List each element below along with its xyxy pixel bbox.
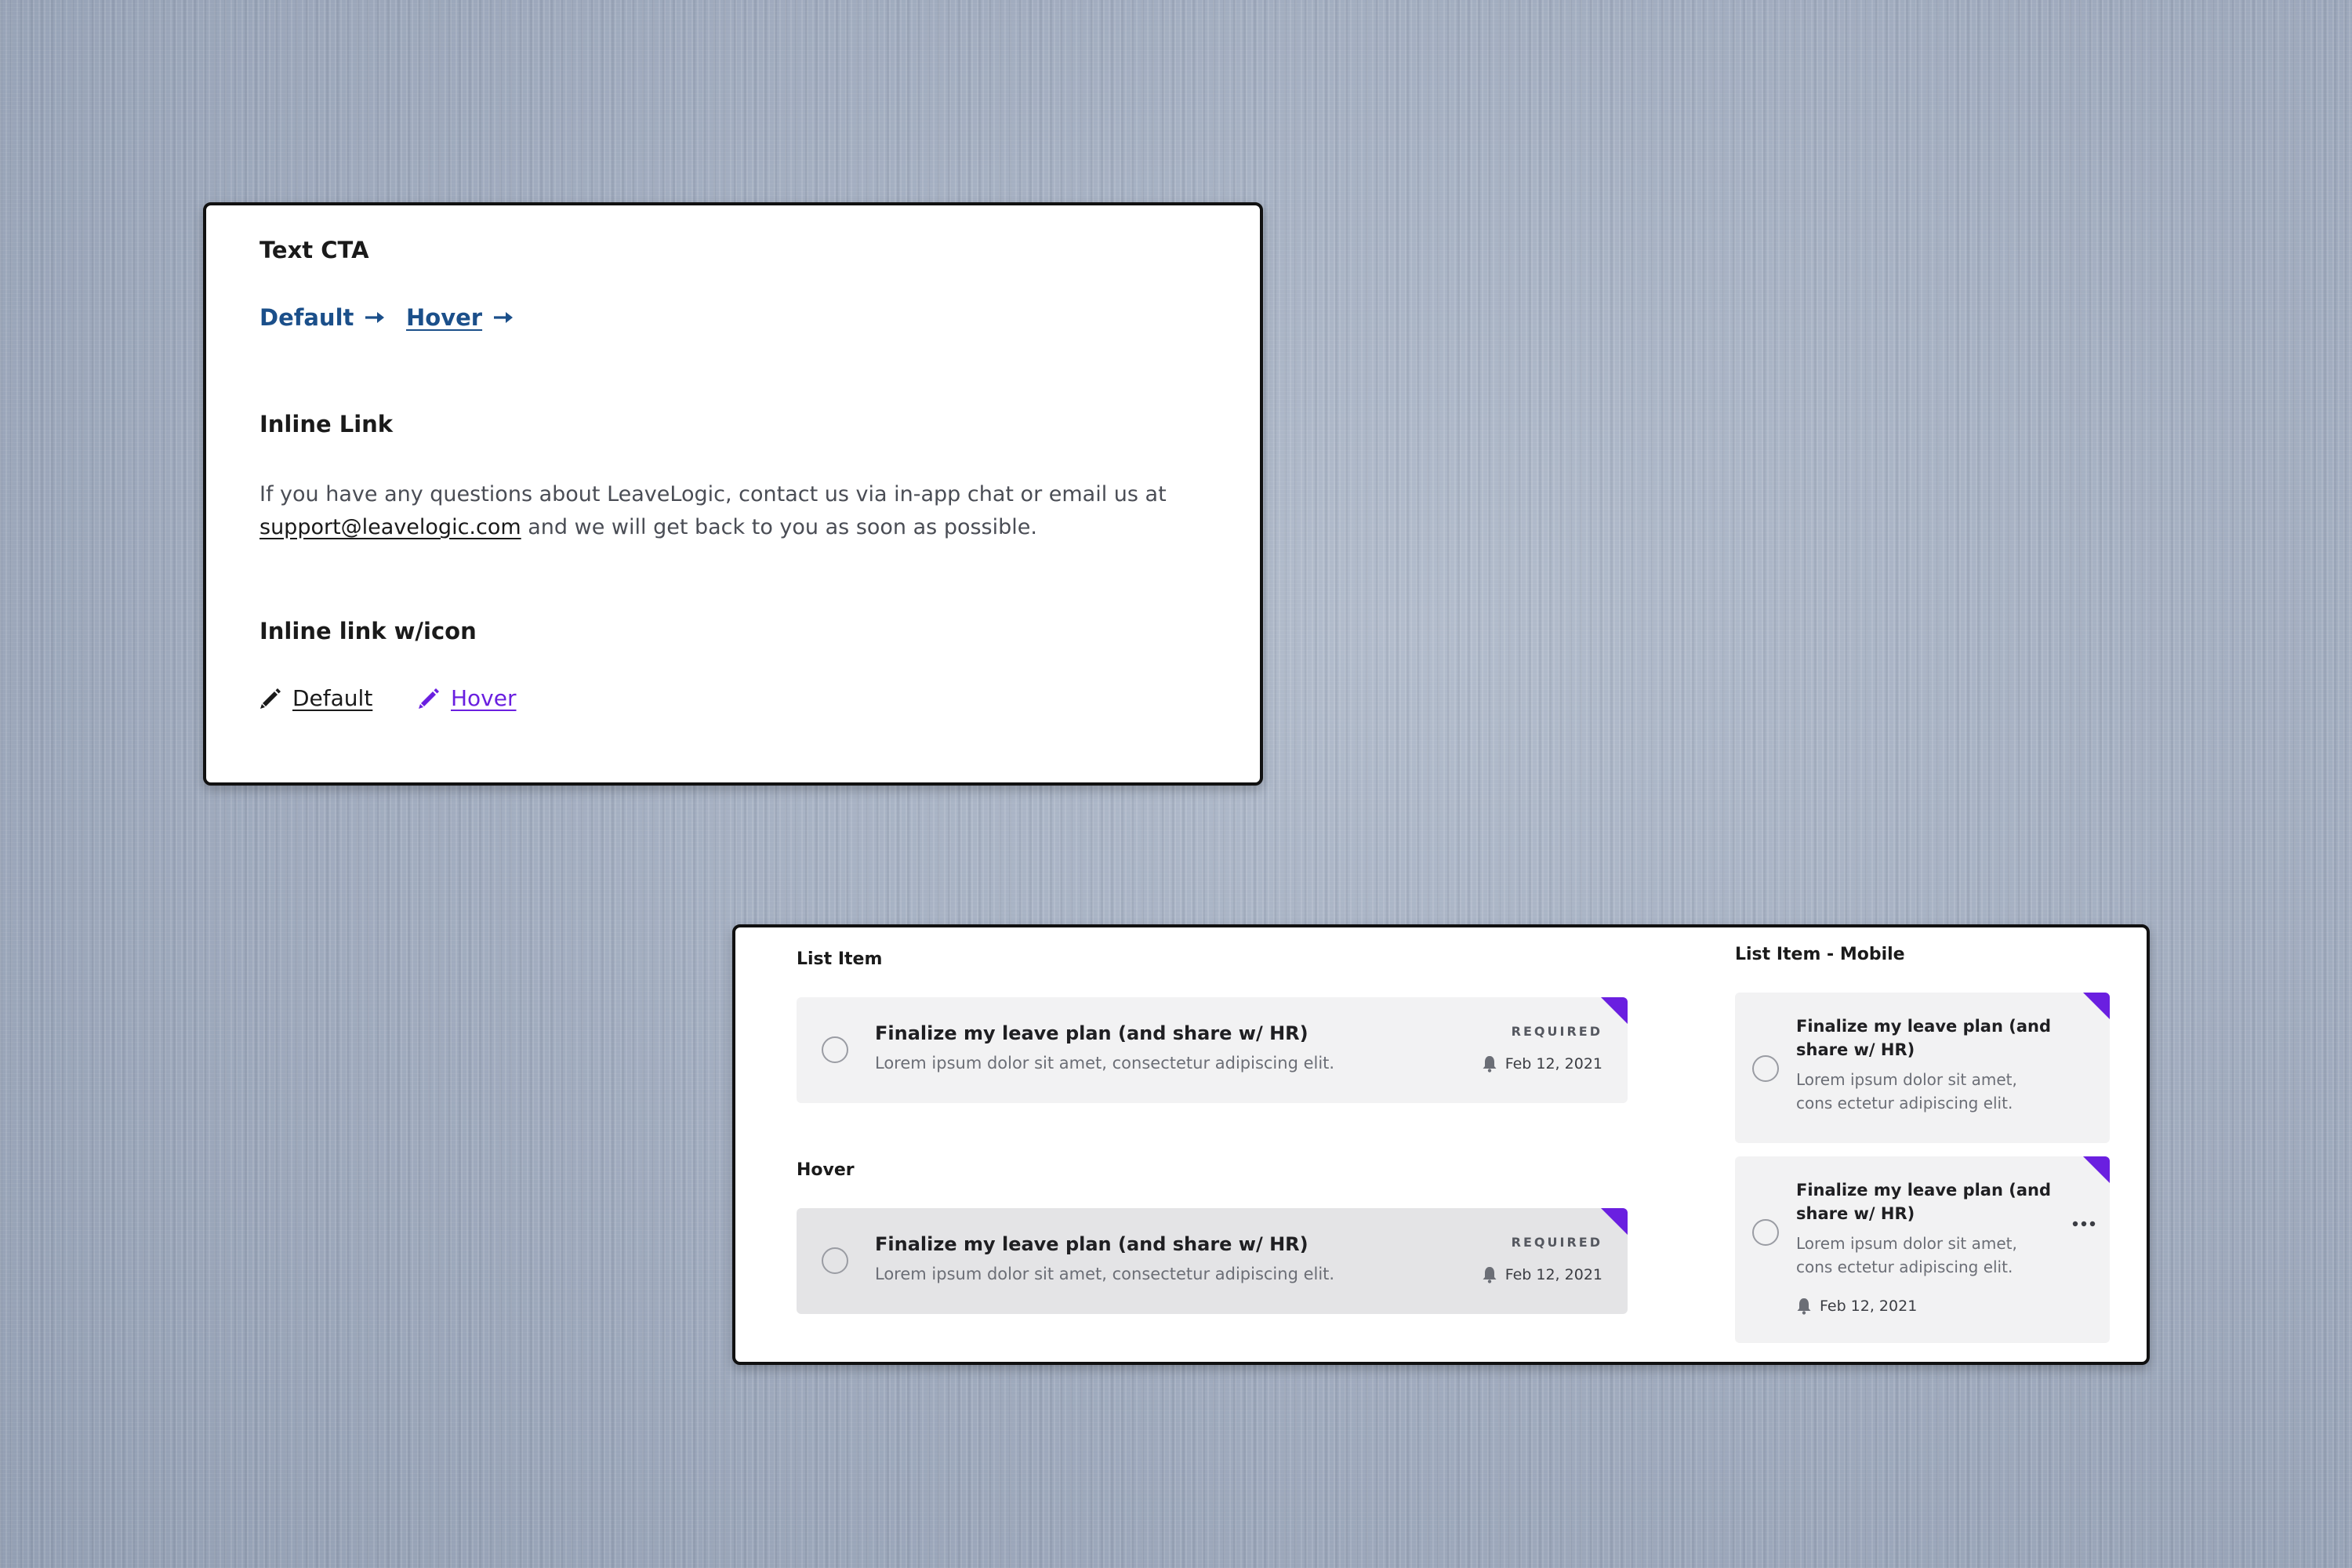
corner-flag-icon	[2083, 1156, 2110, 1183]
inline-link-text-after: and we will get back to you as soon as p…	[521, 515, 1037, 539]
list-item-hover[interactable]: Finalize my leave plan (and share w/ HR)…	[797, 1208, 1628, 1314]
mobile-item-desc-line1: Lorem ipsum dolor sit amet,	[1796, 1234, 2017, 1253]
mobile-item-desc-line2: cons ectetur adipiscing elit.	[1796, 1094, 2013, 1112]
complete-radio[interactable]	[822, 1036, 848, 1063]
corner-flag-icon	[2083, 993, 2110, 1019]
text-cta-hover-label: Hover	[406, 304, 483, 331]
list-item-description: Lorem ipsum dolor sit amet, consectetur …	[875, 1265, 1335, 1283]
due-date-text: Feb 12, 2021	[1504, 1055, 1602, 1073]
mobile-item-title-line1: Finalize my leave plan (and	[1796, 1181, 2051, 1200]
more-horizontal-icon[interactable]	[2072, 1221, 2096, 1227]
arrow-right-icon	[365, 312, 385, 323]
list-item-default[interactable]: Finalize my leave plan (and share w/ HR)…	[797, 997, 1628, 1103]
mobile-item-title-line1: Finalize my leave plan (and	[1796, 1017, 2051, 1036]
text-cta-hover-link[interactable]: Hover	[406, 304, 514, 331]
corner-flag-icon	[1601, 1208, 1628, 1235]
text-cta-default-label: Default	[260, 304, 354, 331]
due-date: Feb 12, 2021	[1796, 1298, 1917, 1315]
inline-link-paragraph: If you have any questions about LeaveLog…	[260, 478, 1224, 544]
due-date-text: Feb 12, 2021	[1820, 1298, 1918, 1315]
list-item-description: Lorem ipsum dolor sit amet, consectetur …	[875, 1054, 1335, 1073]
due-date: Feb 12, 2021	[1482, 1055, 1602, 1073]
mobile-section-title: List Item - Mobile	[1735, 945, 1905, 964]
inline-icon-hover-link[interactable]: Hover	[418, 685, 517, 711]
complete-radio[interactable]	[1752, 1219, 1779, 1246]
required-badge: REQUIRED	[1511, 1024, 1602, 1039]
inline-link-title: Inline Link	[260, 411, 394, 437]
inline-link-text-before: If you have any questions about LeaveLog…	[260, 482, 1167, 506]
pencil-icon	[260, 688, 281, 709]
list-item-title: Finalize my leave plan (and share w/ HR)	[875, 1233, 1308, 1255]
hover-section-title: Hover	[797, 1160, 855, 1180]
pencil-icon	[419, 688, 439, 709]
required-badge: REQUIRED	[1511, 1235, 1602, 1250]
list-item-section-title: List Item	[797, 949, 883, 969]
mobile-item-desc-line1: Lorem ipsum dolor sit amet,	[1796, 1070, 2017, 1089]
inline-icon-default-link[interactable]: Default	[260, 685, 372, 711]
mobile-item-desc-line2: cons ectetur adipiscing elit.	[1796, 1258, 2013, 1276]
complete-radio[interactable]	[822, 1247, 848, 1274]
complete-radio[interactable]	[1752, 1055, 1779, 1082]
list-item-title: Finalize my leave plan (and share w/ HR)	[875, 1022, 1308, 1044]
links-card: Text CTA Default Hover Inline Link If yo…	[203, 202, 1263, 786]
due-date: Feb 12, 2021	[1482, 1266, 1602, 1283]
inline-link-icon-title: Inline link w/icon	[260, 618, 477, 644]
arrow-right-icon	[494, 312, 514, 323]
text-cta-title: Text CTA	[260, 237, 369, 263]
mobile-item-title-line2: share w/ HR)	[1796, 1040, 1915, 1059]
mobile-item-title-line2: share w/ HR)	[1796, 1204, 1915, 1223]
text-cta-default-link[interactable]: Default	[260, 304, 385, 331]
mobile-list-item-expanded[interactable]: Finalize my leave plan (and share w/ HR)…	[1735, 1156, 2110, 1343]
list-items-card: List Item Finalize my leave plan (and sh…	[732, 924, 2150, 1365]
inline-icon-default-label: Default	[292, 685, 373, 711]
bell-icon	[1483, 1267, 1497, 1283]
mobile-list-item-default[interactable]: Finalize my leave plan (and share w/ HR)…	[1735, 993, 2110, 1143]
bell-icon	[1483, 1056, 1497, 1073]
support-email-link[interactable]: support@leavelogic.com	[260, 515, 521, 539]
bell-icon	[1797, 1298, 1811, 1315]
inline-icon-hover-label: Hover	[451, 685, 517, 711]
due-date-text: Feb 12, 2021	[1504, 1266, 1602, 1283]
corner-flag-icon	[1601, 997, 1628, 1024]
